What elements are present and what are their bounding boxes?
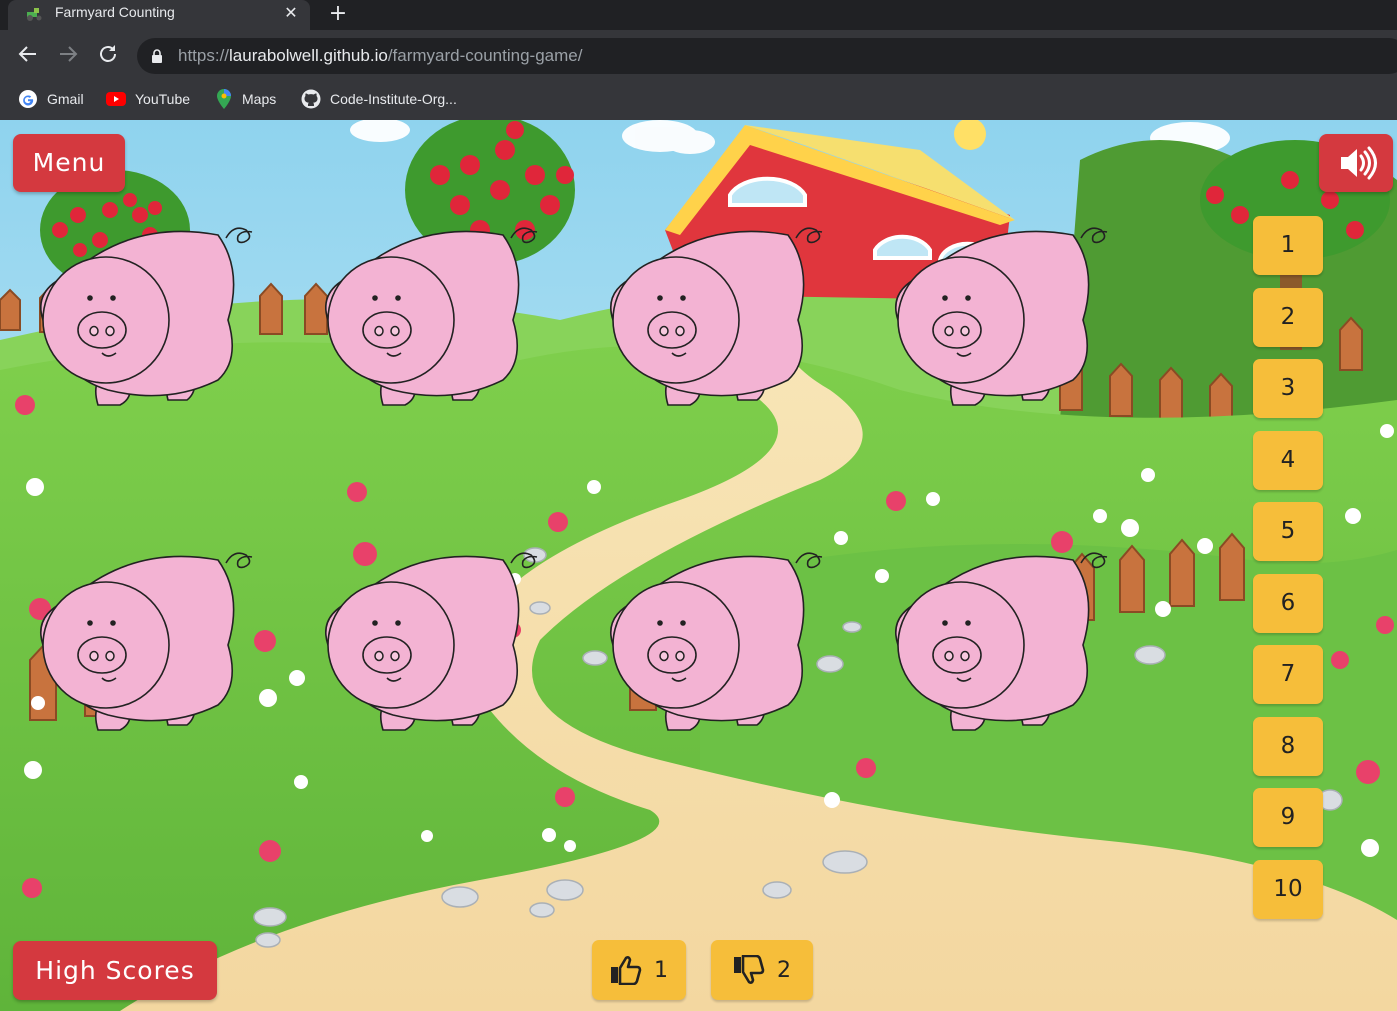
google-icon [19,90,37,108]
bookmarks-bar: Gmail YouTube Maps Code-Institute-Org... [0,78,1397,120]
thumbs-up-icon [611,956,642,985]
game-area: Menu 1 2 3 4 5 6 7 8 9 10 High Scores 1 2 [0,120,1397,1011]
browser-tab[interactable]: Farmyard Counting ✕ [8,0,310,30]
reload-icon[interactable] [96,42,120,66]
bookmark-label: Code-Institute-Org... [330,91,457,107]
pig-4 [873,210,1113,410]
pig-8 [873,535,1113,735]
url-path: /farmyard-counting-game/ [387,46,583,65]
pig-2 [303,210,543,410]
github-icon [301,89,321,109]
pig-5 [18,535,258,735]
high-scores-button[interactable]: High Scores [13,941,217,1000]
maps-icon [217,89,231,109]
tractor-favicon-icon [27,8,42,21]
menu-button[interactable]: Menu [13,134,125,192]
answer-button-7[interactable]: 7 [1253,645,1323,704]
thumbs-down-icon [734,955,765,984]
answer-button-4[interactable]: 4 [1253,430,1323,490]
pig-1 [18,210,258,410]
new-tab-button[interactable]: + [326,0,350,28]
bookmark-label: Maps [242,91,277,107]
incorrect-score: 2 [711,940,813,1000]
correct-score: 1 [592,940,686,1000]
bookmark-youtube[interactable]: YouTube [106,88,190,110]
bookmark-maps[interactable]: Maps [215,88,276,110]
pig-7 [588,535,828,735]
back-arrow-icon[interactable] [16,42,40,66]
answer-button-3[interactable]: 3 [1253,359,1323,418]
forward-arrow-icon[interactable] [56,42,80,66]
bookmark-label: Gmail [47,91,84,107]
incorrect-count: 2 [777,957,791,983]
answer-button-10[interactable]: 10 [1253,859,1323,919]
tab-close-icon[interactable]: ✕ [281,3,301,22]
lock-icon [152,49,162,63]
sound-toggle-button[interactable] [1319,134,1393,192]
bookmark-code-institute[interactable]: Code-Institute-Org... [301,88,457,110]
answer-button-6[interactable]: 6 [1253,573,1323,633]
volume-icon [1341,146,1377,180]
pig-6 [303,535,543,735]
correct-count: 1 [654,957,668,983]
url-host: laurabolwell.github.io [229,46,388,65]
bookmark-gmail[interactable]: Gmail [18,88,84,110]
youtube-icon [106,92,126,106]
pig-3 [588,210,828,410]
answer-button-9[interactable]: 9 [1253,788,1323,847]
tab-title: Farmyard Counting [55,4,175,20]
answer-button-2[interactable]: 2 [1253,287,1323,347]
answer-button-8[interactable]: 8 [1253,716,1323,776]
url-scheme: https:// [178,46,230,65]
bookmark-label: YouTube [135,91,191,107]
address-bar[interactable]: https://laurabolwell.github.io/farmyard-… [137,38,1397,74]
browser-toolbar: https://laurabolwell.github.io/farmyard-… [0,30,1397,78]
answer-button-1[interactable]: 1 [1253,216,1323,275]
answer-button-5[interactable]: 5 [1253,502,1323,561]
url-text: https://laurabolwell.github.io/farmyard-… [178,46,582,66]
